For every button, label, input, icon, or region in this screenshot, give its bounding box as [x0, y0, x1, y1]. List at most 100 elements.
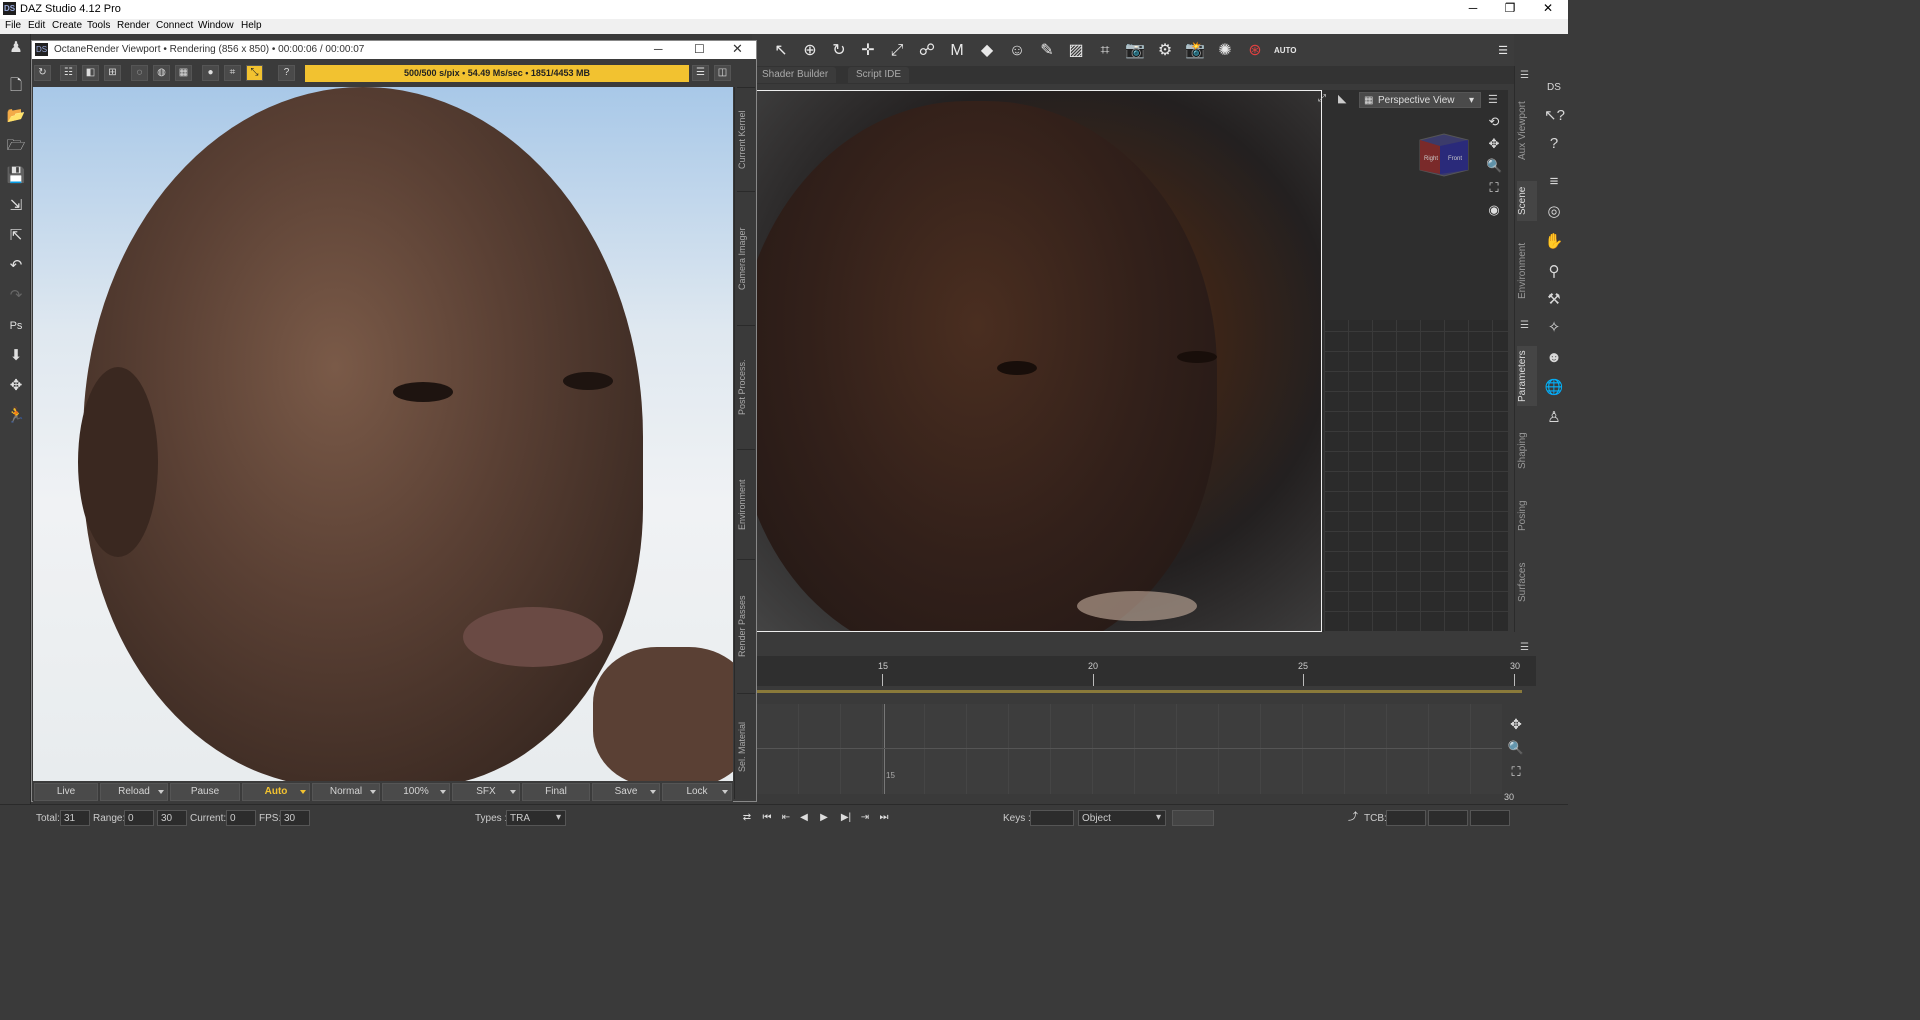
- octane-help-icon[interactable]: ?: [278, 65, 295, 81]
- menu-connect[interactable]: Connect: [156, 20, 193, 31]
- tab-current-kernel[interactable]: Current Kernel: [737, 87, 755, 191]
- total-field[interactable]: 31: [60, 810, 90, 826]
- render-icon[interactable]: 📸: [1184, 40, 1206, 62]
- photoshop-bridge-icon[interactable]: Ps: [6, 316, 26, 336]
- edit-frame-icon[interactable]: ⌗: [1094, 40, 1116, 62]
- scene-figure-icon[interactable]: ♟: [6, 38, 26, 58]
- next-key-icon[interactable]: ⇥: [858, 811, 872, 825]
- tab-sel-material[interactable]: Sel. Material: [737, 693, 755, 799]
- open-file-icon[interactable]: 📂: [6, 106, 26, 126]
- select-tool-icon[interactable]: ↖: [770, 40, 792, 62]
- octane-camera-icon[interactable]: ◫: [714, 65, 731, 81]
- undo-icon[interactable]: ↶: [6, 256, 26, 276]
- tab-shader-builder[interactable]: Shader Builder: [754, 67, 837, 83]
- pane-menu-icon[interactable]: ☰: [1520, 70, 1529, 81]
- menu-window[interactable]: Window: [198, 20, 234, 31]
- render-settings-icon[interactable]: ⚙: [1154, 40, 1176, 62]
- timeline-range-bar[interactable]: [756, 690, 1522, 693]
- viewport-corner-icon[interactable]: ⤢: [1318, 93, 1330, 105]
- tab-scene[interactable]: Scene: [1517, 181, 1537, 221]
- tcb-continuity-field[interactable]: [1428, 810, 1468, 826]
- scale-tool-icon[interactable]: ⤢: [886, 40, 908, 62]
- pose-tool-icon[interactable]: ✋: [1544, 232, 1564, 252]
- tab-parameters[interactable]: Parameters: [1517, 346, 1537, 406]
- tcb-tension-field[interactable]: [1386, 810, 1426, 826]
- zoom-icon[interactable]: 🔍: [1486, 158, 1502, 174]
- lock-button[interactable]: Lock: [662, 783, 732, 801]
- fps-field[interactable]: 30: [280, 810, 310, 826]
- types-select[interactable]: TRA ▾: [506, 810, 566, 826]
- geometry-editor-icon[interactable]: M: [946, 40, 968, 62]
- octane-settings-icon[interactable]: ☷: [60, 65, 77, 81]
- menu-help[interactable]: Help: [241, 20, 262, 31]
- morph-icon[interactable]: ✥: [6, 376, 26, 396]
- octane-lock-grid-icon[interactable]: ⌗: [224, 65, 241, 81]
- figure-drop-icon[interactable]: ⬇: [6, 346, 26, 366]
- tab-aux-viewport[interactable]: Aux Viewport: [1517, 96, 1537, 166]
- menu-file[interactable]: File: [5, 20, 21, 31]
- zoom-percent-button[interactable]: 100%: [382, 783, 450, 801]
- prev-key-icon[interactable]: ⇤: [779, 811, 793, 825]
- restore-button[interactable]: ❐: [1490, 0, 1530, 19]
- figure-pose-icon[interactable]: ☻: [1544, 348, 1564, 368]
- iray-icon[interactable]: ✺: [1214, 40, 1236, 62]
- smart-content-icon[interactable]: ◎: [1544, 202, 1564, 222]
- pose-icon[interactable]: 🏃: [6, 406, 26, 426]
- export-icon[interactable]: ⇱: [6, 226, 26, 246]
- spot-render-icon[interactable]: ✎: [1036, 40, 1058, 62]
- tab-environment[interactable]: Environment: [1517, 236, 1537, 306]
- navigation-cube[interactable]: Right Front: [1418, 130, 1470, 178]
- rotate-tool-icon[interactable]: ↻: [828, 40, 850, 62]
- octane-material-icon[interactable]: ◧: [82, 65, 99, 81]
- camera-render-icon[interactable]: 📷: [1124, 40, 1146, 62]
- sfx-button[interactable]: SFX: [452, 783, 520, 801]
- tab-shaping[interactable]: Shaping: [1517, 426, 1537, 476]
- octane-pick-icon[interactable]: ⤡: [246, 65, 263, 81]
- tab-environment-octane[interactable]: Environment: [737, 449, 755, 559]
- help-icon[interactable]: ?: [1544, 134, 1564, 154]
- current-frame-field[interactable]: 0: [226, 810, 256, 826]
- new-file-icon[interactable]: 🗋: [6, 76, 26, 96]
- import-icon[interactable]: ⇲: [6, 196, 26, 216]
- octane-grid-icon[interactable]: ▦: [175, 65, 192, 81]
- next-frame-icon[interactable]: ▶|: [839, 811, 853, 825]
- joint-editor-icon[interactable]: ☍: [916, 40, 938, 62]
- loop-icon[interactable]: ⇄: [740, 811, 754, 825]
- normal-button[interactable]: Normal: [312, 783, 380, 801]
- globe-icon[interactable]: 🌐: [1544, 378, 1564, 398]
- menu-tools[interactable]: Tools: [87, 20, 110, 31]
- octane-list-icon[interactable]: ☰: [692, 65, 709, 81]
- octane-refresh-icon[interactable]: ↻: [34, 65, 51, 81]
- auto-icon[interactable]: AUTO: [1274, 40, 1297, 62]
- octane-region-icon[interactable]: ⊞: [104, 65, 121, 81]
- reload-button[interactable]: Reload: [100, 783, 168, 801]
- timeline-ruler[interactable]: 15 20 25 30: [756, 656, 1536, 686]
- redo-icon[interactable]: ↷: [6, 286, 26, 306]
- pause-button[interactable]: Pause: [170, 783, 240, 801]
- tools-settings-icon[interactable]: ⚒: [1544, 290, 1564, 310]
- menu-render[interactable]: Render: [117, 20, 150, 31]
- morph-brush-icon[interactable]: ✧: [1544, 318, 1564, 338]
- tab-post-process[interactable]: Post Process.: [737, 325, 755, 449]
- final-button[interactable]: Final: [522, 783, 590, 801]
- timeline-keyframe-area[interactable]: 15: [756, 704, 1502, 794]
- mannequin-icon[interactable]: ♙: [1544, 408, 1564, 428]
- first-frame-icon[interactable]: ⏮: [760, 811, 774, 825]
- tab-posing[interactable]: Posing: [1517, 494, 1537, 538]
- ds-logo-icon[interactable]: DS: [1544, 78, 1564, 98]
- octane-clay-icon[interactable]: ◍: [153, 65, 170, 81]
- key-buttons[interactable]: [1172, 810, 1214, 826]
- view-camera-icon[interactable]: ◣: [1338, 92, 1352, 106]
- orbit-icon[interactable]: ⟲: [1486, 114, 1502, 130]
- live-button[interactable]: Live: [34, 783, 98, 801]
- save-icon[interactable]: 💾: [6, 166, 26, 186]
- object-select[interactable]: Object ▾: [1078, 810, 1166, 826]
- octane-render-image[interactable]: [33, 87, 733, 781]
- frame-icon[interactable]: ⛶: [1486, 180, 1502, 196]
- octane-circle-icon[interactable]: ●: [202, 65, 219, 81]
- node-weight-icon[interactable]: ▨: [1065, 40, 1087, 62]
- view-select-dropdown[interactable]: ▦ Perspective View ▾: [1359, 92, 1481, 108]
- whats-this-icon[interactable]: ↖?: [1544, 106, 1565, 126]
- octane-title-bar[interactable]: DS OctaneRender Viewport • Rendering (85…: [32, 41, 756, 59]
- close-button[interactable]: ✕: [1528, 0, 1568, 19]
